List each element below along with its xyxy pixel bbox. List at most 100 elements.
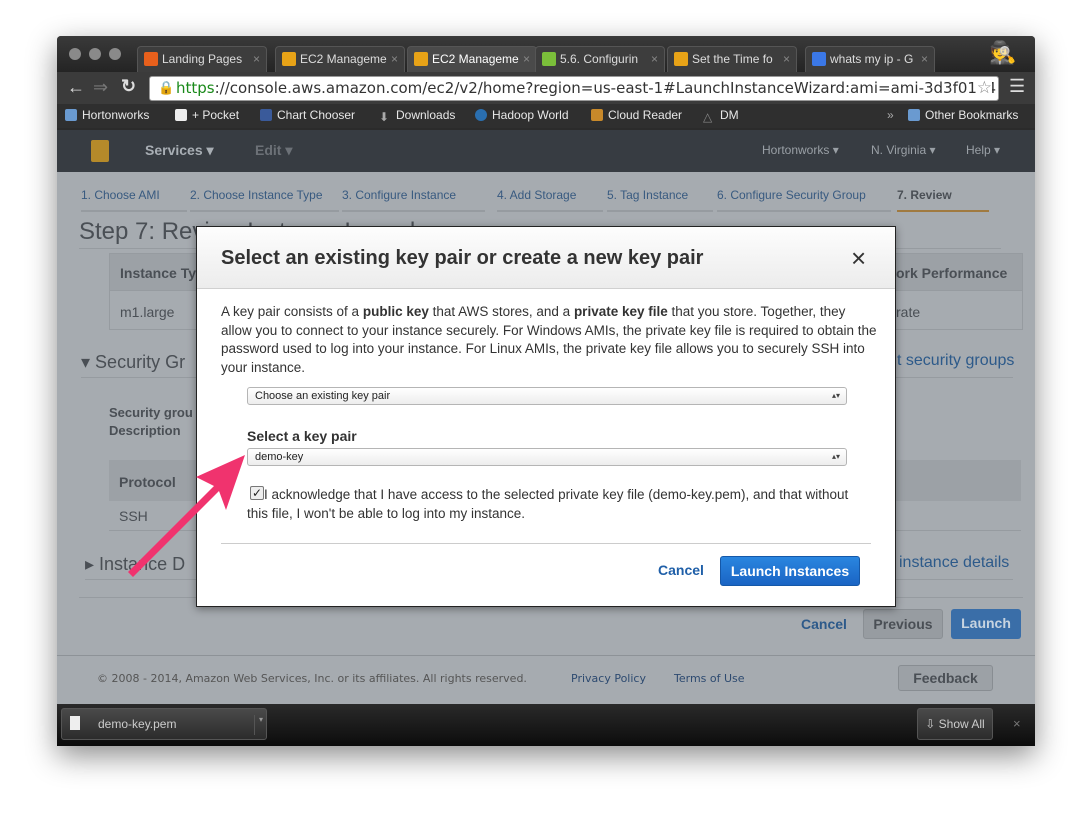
tab-label: 5.6. Configurin — [560, 52, 639, 66]
step-choose-ami[interactable]: 1. Choose AMI — [81, 188, 187, 212]
acknowledge-label: I acknowledge that I have access to the … — [247, 487, 849, 521]
back-icon[interactable]: ← — [67, 77, 85, 98]
browser-tab[interactable]: whats my ip - G × — [805, 46, 935, 72]
hadoop-icon — [542, 52, 556, 66]
aws-nav-bar: Services ▾ Edit ▾ Hortonworks ▾ N. Virgi… — [57, 130, 1035, 172]
page-icon — [175, 109, 187, 121]
dialog-header: Select an existing key pair or create a … — [197, 227, 895, 289]
zoom-window-button[interactable] — [109, 48, 121, 60]
close-window-button[interactable] — [69, 48, 81, 60]
account-menu[interactable]: Hortonworks ▾ — [762, 143, 839, 157]
step-configure-instance[interactable]: 3. Configure Instance — [342, 188, 485, 212]
bookmark-cloud-reader[interactable]: Cloud Reader — [591, 108, 682, 122]
close-tab-icon[interactable]: × — [253, 47, 260, 71]
url-scheme: https — [176, 79, 215, 97]
step-instance-type[interactable]: 2. Choose Instance Type — [190, 188, 339, 212]
bookmark-downloads[interactable]: ⬇ Downloads — [379, 108, 455, 124]
aws-logo-icon[interactable] — [91, 140, 109, 162]
tab-label: Landing Pages — [162, 52, 243, 66]
download-item[interactable]: demo-key.pem ▾ — [61, 708, 267, 740]
aws-icon — [282, 52, 296, 66]
close-tab-icon[interactable]: × — [391, 47, 398, 71]
tab-label: EC2 Manageme — [300, 52, 387, 66]
close-icon[interactable]: × — [851, 243, 866, 274]
kindle-icon — [591, 109, 603, 121]
download-menu-arrow[interactable]: ▾ — [254, 715, 263, 735]
close-tab-icon[interactable]: × — [651, 47, 658, 71]
key-pair-dialog: Select an existing key pair or create a … — [196, 226, 896, 607]
toolbar: ← ⇒ ↻ 🔒 https://console.aws.amazon.com/e… — [57, 72, 1035, 104]
previous-button[interactable]: Previous — [863, 609, 943, 639]
launch-instances-button[interactable]: Launch Instances — [720, 556, 860, 586]
star-icon[interactable]: ☆ — [976, 77, 992, 100]
minimize-window-button[interactable] — [89, 48, 101, 60]
region-menu[interactable]: N. Virginia ▾ — [871, 143, 936, 157]
bookmark-pocket[interactable]: + Pocket — [175, 108, 239, 122]
key-pair-label: Select a key pair — [247, 428, 357, 444]
dialog-title: Select an existing key pair or create a … — [221, 247, 704, 269]
browser-tab[interactable]: EC2 Manageme × — [407, 46, 537, 72]
url-text: ://console.aws.amazon.com/ec2/v2/home?re… — [214, 79, 997, 97]
download-bar: demo-key.pem ▾ ⇩ Show All × — [57, 704, 1035, 746]
privacy-link[interactable]: Privacy Policy — [571, 672, 646, 685]
copyright: © 2008 - 2014, Amazon Web Services, Inc.… — [97, 672, 527, 685]
header-instance-type: Instance Ty — [120, 265, 196, 281]
analytics-icon — [144, 52, 158, 66]
lock-icon: 🔒 — [158, 81, 175, 96]
cell-instance-type: m1.large — [120, 304, 175, 320]
folder-icon — [908, 109, 920, 121]
browser-tab[interactable]: Set the Time fo × — [667, 46, 797, 72]
google-icon — [812, 52, 826, 66]
launch-button[interactable]: Launch — [951, 609, 1021, 639]
tab-strip: Landing Pages × EC2 Manageme × EC2 Manageme ×… — [57, 36, 1035, 72]
header-protocol: Protocol — [119, 474, 176, 490]
edit-instance-details-link[interactable]: instance details — [899, 554, 1009, 572]
bookmark-hortonworks[interactable]: Hortonworks — [65, 108, 149, 122]
step-security-group[interactable]: 6. Configure Security Group — [717, 188, 891, 212]
menu-icon[interactable]: ☰ — [1009, 76, 1025, 97]
download-icon: ⬇ — [379, 110, 390, 124]
description-label: Description — [109, 423, 181, 438]
tab-label: Set the Time fo — [692, 52, 773, 66]
wizard-cancel-button[interactable]: Cancel — [801, 616, 847, 632]
services-menu[interactable]: Services ▾ — [145, 142, 214, 159]
address-bar[interactable]: 🔒 https://console.aws.amazon.com/ec2/v2/… — [149, 76, 999, 101]
dialog-description: A key pair consists of a public key that… — [221, 304, 877, 375]
help-menu[interactable]: Help ▾ — [966, 143, 1000, 157]
browser-tab[interactable]: 5.6. Configurin × — [535, 46, 665, 72]
close-tab-icon[interactable]: × — [783, 47, 790, 71]
feedback-button[interactable]: Feedback — [898, 665, 993, 691]
step-review[interactable]: 7. Review — [897, 188, 989, 212]
reload-icon[interactable]: ↻ — [121, 76, 136, 97]
file-icon — [70, 716, 80, 730]
key-pair-select[interactable]: demo-key ▴▾ — [247, 448, 847, 466]
folder-icon — [65, 109, 77, 121]
security-group-label: Security grou — [109, 405, 193, 420]
chart-icon — [260, 109, 272, 121]
hadoop-world-icon — [475, 109, 487, 121]
step-tag-instance[interactable]: 5. Tag Instance — [607, 188, 713, 212]
header-network: ork Performance — [896, 265, 1008, 281]
close-download-bar[interactable]: × — [1013, 716, 1021, 731]
browser-tab[interactable]: Landing Pages × — [137, 46, 267, 72]
show-all-button[interactable]: ⇩ Show All — [917, 708, 993, 740]
browser-tab[interactable]: EC2 Manageme × — [275, 46, 405, 72]
terms-link[interactable]: Terms of Use — [674, 672, 745, 685]
download-filename: demo-key.pem — [98, 717, 177, 731]
bookmark-dm[interactable]: △ DM — [703, 108, 739, 124]
forward-icon[interactable]: ⇒ — [93, 77, 108, 98]
tab-label: whats my ip - G — [830, 52, 914, 66]
close-tab-icon[interactable]: × — [523, 47, 530, 71]
bookmark-hadoop-world[interactable]: Hadoop World — [475, 108, 569, 122]
close-tab-icon[interactable]: × — [921, 47, 928, 71]
bookmark-chart-chooser[interactable]: Chart Chooser — [260, 108, 355, 122]
cell-network: rate — [896, 304, 921, 320]
bookmark-other[interactable]: Other Bookmarks — [908, 108, 1018, 122]
key-pair-mode-select[interactable]: Choose an existing key pair ▴▾ — [247, 387, 847, 405]
dialog-cancel-button[interactable]: Cancel — [658, 562, 704, 578]
edit-menu[interactable]: Edit ▾ — [255, 142, 292, 159]
aws-icon — [414, 52, 428, 66]
edit-security-groups-link[interactable]: t security groups — [897, 352, 1014, 370]
step-add-storage[interactable]: 4. Add Storage — [497, 188, 603, 212]
bookmarks-overflow[interactable]: » — [887, 108, 894, 122]
